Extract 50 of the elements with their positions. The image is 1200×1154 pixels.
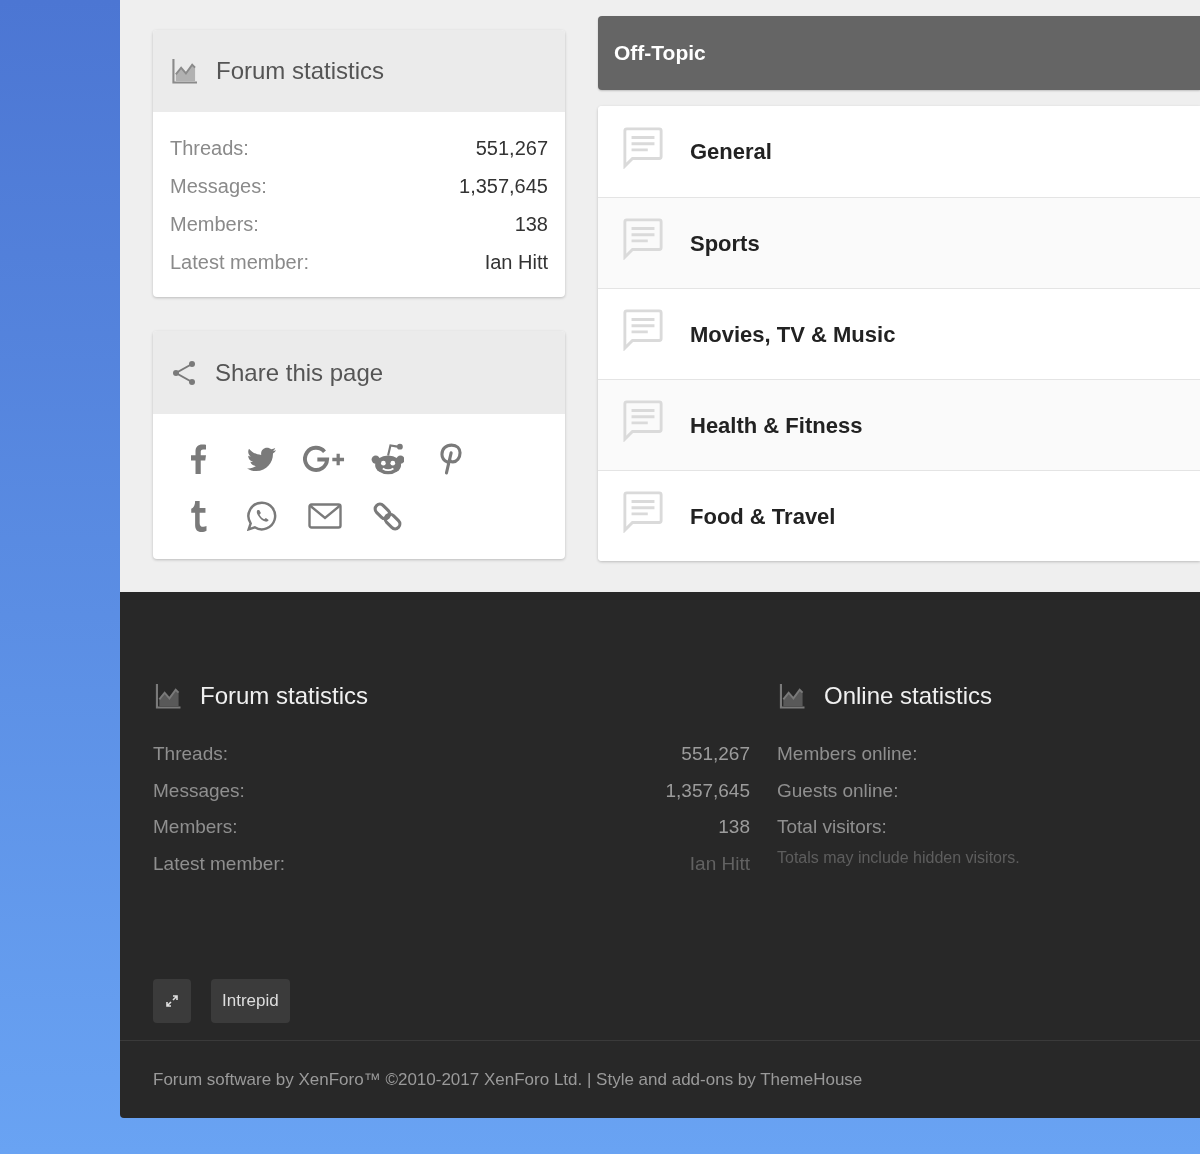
- forum-title[interactable]: Sports: [690, 226, 760, 260]
- tumblr-icon[interactable]: [190, 500, 207, 532]
- envelope-icon[interactable]: [307, 503, 342, 529]
- stat-label: Threads:: [170, 136, 249, 161]
- stat-label: Total visitors:: [777, 815, 887, 839]
- stat-value: 1,357,645: [459, 174, 548, 199]
- reddit-icon[interactable]: [371, 443, 404, 475]
- chat-bubble-icon: [622, 218, 664, 260]
- stat-value: 551,267: [681, 742, 750, 766]
- chat-bubble-icon: [622, 400, 664, 442]
- card-title: Forum statistics: [216, 56, 385, 86]
- area-chart-icon: [172, 58, 197, 84]
- stat-label: Guests online:: [777, 778, 899, 803]
- stat-value: 1,357,645: [665, 778, 750, 803]
- stat-value: 138: [718, 815, 750, 839]
- area-chart-icon: [779, 683, 805, 709]
- chat-bubble-icon: [622, 126, 664, 169]
- google-plus-icon[interactable]: [303, 444, 346, 474]
- stat-label: Members:: [153, 815, 238, 839]
- stat-label: Messages:: [170, 174, 267, 199]
- card-title: Share this page: [215, 357, 384, 388]
- style-chooser-button[interactable]: Intrepid: [211, 979, 290, 1023]
- share-icon: [172, 359, 196, 386]
- chain-link-icon[interactable]: [372, 500, 403, 532]
- chat-bubble-icon: [622, 309, 664, 351]
- stat-value: 551,267: [475, 136, 548, 161]
- area-chart-icon: [155, 683, 181, 709]
- stat-value: 138: [514, 212, 548, 237]
- forum-title[interactable]: Food & Travel: [690, 499, 836, 533]
- twitter-icon[interactable]: [247, 446, 276, 472]
- facebook-icon[interactable]: [191, 444, 206, 474]
- category-title[interactable]: Off-Topic: [614, 37, 706, 69]
- expand-icon: [166, 995, 178, 1007]
- footer-heading: Forum statistics: [200, 681, 369, 711]
- copyright-text: Forum software by XenForo™ ©2010-2017 XenForo Ltd. | Style and add-ons by ThemeHouse: [153, 1068, 863, 1091]
- stat-label: Messages:: [153, 778, 245, 803]
- forum-title[interactable]: Health & Fitness: [690, 408, 863, 442]
- stat-label: Members:: [170, 212, 259, 237]
- whatsapp-icon[interactable]: [246, 501, 277, 531]
- stat-label: Threads:: [153, 742, 228, 766]
- forum-title[interactable]: General: [690, 135, 772, 168]
- expand-button[interactable]: [153, 979, 191, 1023]
- stat-label: Members online:: [777, 742, 918, 766]
- pinterest-icon[interactable]: [439, 443, 462, 475]
- stat-label: Latest member:: [153, 851, 285, 876]
- footer-heading: Online statistics: [824, 681, 993, 711]
- stat-label: Latest member:: [170, 250, 309, 275]
- chat-bubble-icon: [622, 491, 664, 533]
- stat-value: Ian Hitt: [484, 250, 548, 275]
- forum-title[interactable]: Movies, TV & Music: [690, 317, 896, 351]
